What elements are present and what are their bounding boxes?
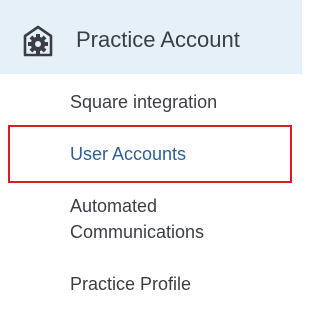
nav-item-automated-communications[interactable]: Automated Communications [70,193,204,245]
settings-sidebar: Practice Account Square integration User… [0,0,302,316]
section-title: Practice Account [76,27,240,52]
section-header[interactable]: Practice Account [0,0,302,74]
nav-item-practice-profile[interactable]: Practice Profile [70,271,191,297]
nav-item-user-accounts[interactable]: User Accounts [70,141,186,167]
nav-item-label-line2: Communications [70,222,205,242]
nav-item-square-integration[interactable]: Square integration [70,89,217,115]
nav-item-label-line1: Automated [70,196,158,216]
house-gear-icon [22,24,54,58]
